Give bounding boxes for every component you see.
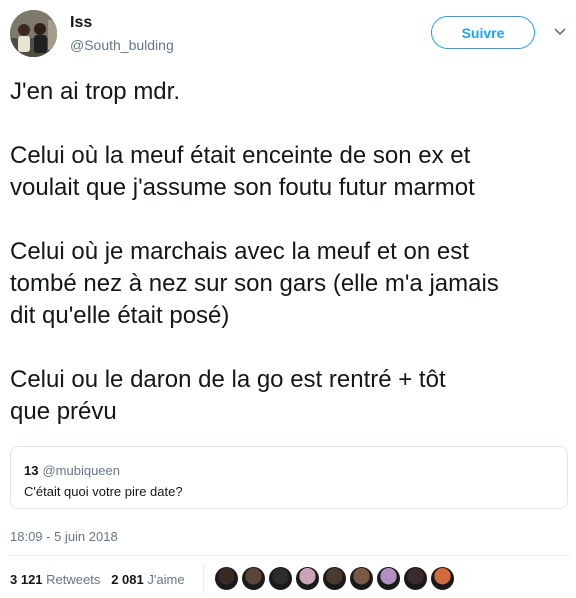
liker-avatar[interactable]: [322, 566, 347, 591]
chevron-down-icon[interactable]: [553, 27, 567, 37]
retweets-count: 3 121: [10, 572, 43, 587]
likes-count: 2 081: [111, 572, 144, 587]
tweet-line: tombé nez à nez sur son gars (elle m'a j…: [10, 270, 499, 297]
author-handle[interactable]: @South_bulding: [70, 37, 174, 53]
quoted-tweet-author: 13 @mubiqueen: [24, 463, 120, 478]
liker-avatar[interactable]: [376, 566, 401, 591]
tweet-line: que prévu: [10, 398, 117, 425]
quoted-tweet-text: C'était quoi votre pire date?: [24, 484, 183, 499]
retweets-label: Retweets: [46, 572, 101, 587]
liker-avatar[interactable]: [214, 566, 239, 591]
tweet-paragraph-gap: [10, 332, 570, 364]
quoted-author-name: 13: [24, 463, 39, 478]
tweet-line: J'en ai trop mdr.: [10, 78, 180, 105]
liker-avatar[interactable]: [403, 566, 428, 591]
quoted-tweet[interactable]: 13 @mubiqueen C'était quoi votre pire dat…: [10, 446, 568, 509]
quoted-author-handle: @mubiqueen: [42, 463, 120, 478]
tweet-line: dit qu'elle était posé): [10, 302, 230, 329]
likes-stat[interactable]: 2 081 J'aime: [111, 572, 184, 587]
tweet-line: Celui où la meuf était enceinte de son e…: [10, 142, 471, 169]
tweet-line: Celui ou le daron de la go est rentré + …: [10, 366, 446, 393]
liker-avatar[interactable]: [349, 566, 374, 591]
liker-avatar[interactable]: [241, 566, 266, 591]
tweet-paragraph-gap: [10, 108, 570, 140]
retweets-stat[interactable]: 3 121 Retweets: [10, 572, 100, 587]
likes-label: J'aime: [147, 572, 185, 587]
liker-avatar[interactable]: [295, 566, 320, 591]
engagement-stats: 3 121 Retweets 2 081 J'aime: [10, 572, 185, 587]
author-name[interactable]: Iss: [70, 14, 92, 32]
liker-avatar[interactable]: [430, 566, 455, 591]
tweet-line: Celui où je marchais avec la meuf et on …: [10, 238, 469, 265]
tweet-paragraph-gap: [10, 204, 570, 236]
tweet-timestamp[interactable]: 18:09 - 5 juin 2018: [10, 529, 118, 544]
author-avatar[interactable]: [10, 10, 57, 57]
profile-photo: [10, 10, 57, 57]
tweet-line: voulait que j'assume son foutu futur mar…: [10, 174, 475, 201]
liker-avatar[interactable]: [268, 566, 293, 591]
stats-separator: [203, 563, 204, 593]
follow-button[interactable]: Suivre: [431, 16, 535, 49]
tweet-text: J'en ai trop mdr. Celui où la meuf était…: [10, 76, 570, 428]
divider: [10, 555, 570, 556]
